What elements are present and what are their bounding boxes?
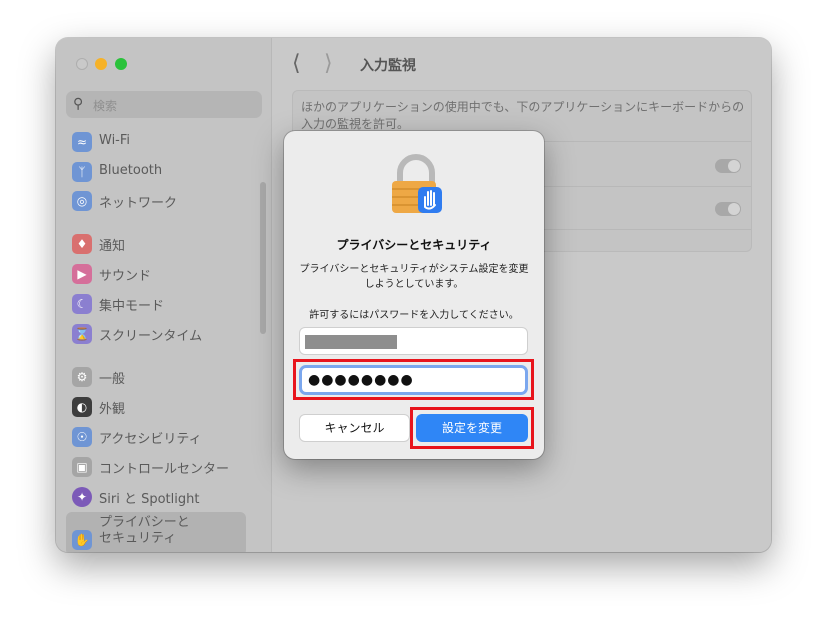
sidebar-item-label: ネットワーク	[99, 196, 178, 211]
sidebar-item-network[interactable]: ◎ ネットワーク	[72, 189, 247, 213]
wifi-icon: ≈	[72, 132, 92, 152]
cancel-button[interactable]: キャンセル	[299, 414, 410, 442]
sidebar-item-control-center[interactable]: ▣ コントロールセンター	[72, 455, 247, 479]
sidebar-item-label: Bluetooth	[99, 163, 163, 178]
search-icon: ⚲	[73, 96, 84, 112]
confirm-highlight-box	[410, 407, 534, 449]
accessibility-icon: ☉	[72, 427, 92, 447]
dialog-title: プライバシーとセキュリティ	[336, 238, 492, 252]
sidebar-item-sound[interactable]: ▶ サウンド	[72, 262, 247, 286]
sidebar-item-label: スクリーンタイム	[99, 329, 203, 344]
username-field[interactable]	[299, 327, 528, 355]
sidebar-scrollbar[interactable]	[260, 182, 266, 334]
appearance-icon: ◐	[72, 397, 92, 417]
sidebar-item-screen-time[interactable]: ⌛ スクリーンタイム	[72, 322, 247, 346]
hourglass-icon: ⌛	[72, 324, 92, 344]
dialog-prompt: 許可するにはパスワードを入力してください。	[309, 310, 519, 321]
moon-icon: ☾	[72, 294, 92, 314]
hand-icon: ✋	[72, 530, 92, 550]
redacted-username	[305, 335, 397, 349]
sidebar-item-appearance[interactable]: ◐ 外観	[72, 395, 247, 419]
sidebar-item-label: 集中モード	[99, 299, 165, 314]
siri-icon: ✦	[72, 487, 92, 507]
app-toggle[interactable]	[715, 159, 741, 173]
password-highlight-box	[293, 359, 534, 400]
close-window-button[interactable]	[76, 58, 88, 70]
sidebar-item-label: 外観	[99, 402, 126, 417]
bell-icon: ♦	[72, 234, 92, 254]
maximize-window-button[interactable]	[115, 58, 127, 70]
sidebar-item-label: 通知	[99, 239, 126, 254]
sidebar-item-accessibility[interactable]: ☉ アクセシビリティ	[72, 425, 247, 449]
sidebar-item-focus[interactable]: ☾ 集中モード	[72, 292, 247, 316]
sidebar-item-wifi[interactable]: ≈ Wi-Fi	[72, 130, 247, 154]
sidebar-item-label: Wi-Fi	[99, 133, 131, 148]
globe-icon: ◎	[72, 191, 92, 211]
sidebar-item-siri-spotlight[interactable]: ✦ Siri と Spotlight	[72, 485, 247, 509]
sidebar-item-privacy-security[interactable]: ✋ プライバシーと セキュリティ	[72, 515, 247, 552]
authentication-dialog: プライバシーとセキュリティ プライバシーとセキュリティがシステム設定を変更しよう…	[284, 131, 544, 459]
sidebar-item-label: Siri と Spotlight	[99, 492, 200, 507]
sidebar-item-label: アクセシビリティ	[99, 432, 202, 447]
toggles-icon: ▣	[72, 457, 92, 477]
app-toggle[interactable]	[715, 202, 741, 216]
lock-icon	[392, 154, 442, 213]
bluetooth-icon: ᛉ	[72, 162, 92, 182]
chevron-left-icon[interactable]: ⟨	[292, 51, 301, 76]
sidebar-item-label: 一般	[99, 372, 126, 387]
sidebar-item-label: コントロールセンター	[99, 462, 230, 477]
sidebar-search[interactable]: ⚲ 検索	[66, 91, 262, 118]
sidebar-item-notifications[interactable]: ♦ 通知	[72, 232, 247, 256]
chevron-right-icon[interactable]: ⟩	[324, 51, 333, 76]
minimize-window-button[interactable]	[95, 58, 107, 70]
gear-icon: ⚙	[72, 367, 92, 387]
panel-description: ほかのアプリケーションの使用中でも、下のアプリケーションにキーボードからの入力の…	[301, 100, 745, 131]
dialog-message: プライバシーとセキュリティがシステム設定を変更しようとしています。	[299, 264, 529, 290]
sidebar: ⚲ 検索 ≈ Wi-Fi ᛉ Bluetooth ◎ ネットワーク ♦ 通知 ▶…	[56, 38, 272, 552]
sidebar-item-bluetooth[interactable]: ᛉ Bluetooth	[72, 160, 247, 184]
sidebar-item-general[interactable]: ⚙ 一般	[72, 365, 247, 389]
sidebar-item-label: プライバシーと セキュリティ	[99, 515, 190, 546]
speaker-icon: ▶	[72, 264, 92, 284]
page-title: 入力監視	[360, 58, 416, 74]
search-placeholder: 検索	[93, 99, 118, 113]
sidebar-item-label: サウンド	[99, 269, 152, 284]
